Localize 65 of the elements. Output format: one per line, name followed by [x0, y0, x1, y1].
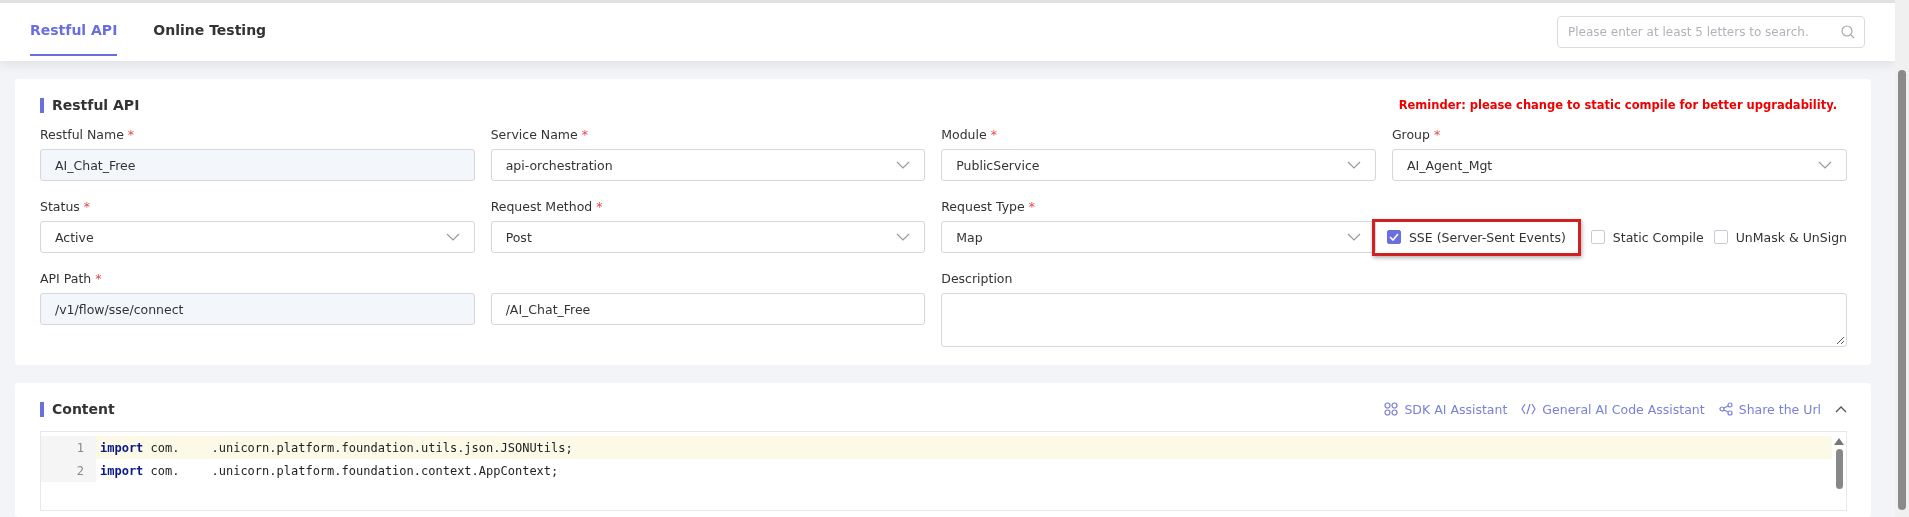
collapse-icon[interactable]	[1835, 405, 1847, 413]
required-mark: *	[990, 127, 997, 142]
field-label: Module	[941, 127, 987, 142]
tab[interactable]: Restful API	[30, 3, 118, 56]
required-mark: *	[95, 271, 102, 286]
grid-icon	[1384, 402, 1399, 416]
checkbox[interactable]	[1386, 230, 1401, 244]
search-field[interactable]: Please enter at least 5 letters to search.	[1557, 16, 1865, 48]
code-keyword: import	[100, 463, 144, 478]
checkbox-option[interactable]: UnMask & UnSign	[1713, 229, 1847, 245]
section-title: Content	[40, 401, 115, 417]
scrollbar-thumb[interactable]	[1898, 70, 1906, 510]
required-mark: *	[1433, 127, 1441, 142]
field-label: Request Type	[941, 199, 1025, 214]
chevron-down-icon	[1346, 161, 1361, 169]
code-icon	[1521, 403, 1537, 415]
field-label: API Path	[40, 271, 92, 286]
chevron-down-icon	[896, 233, 911, 241]
field-label: Description	[941, 271, 1013, 286]
required-mark: *	[1028, 199, 1035, 214]
code-text: .unicorn.platform.foundation.context.AppContext;	[211, 463, 559, 478]
assistant-link[interactable]: Share the Url	[1718, 401, 1821, 417]
code-text: com.	[149, 463, 180, 478]
tab[interactable]: Online Testing	[153, 3, 267, 56]
required-mark: *	[127, 127, 135, 142]
select-field[interactable]: PublicService	[941, 149, 1376, 181]
text-field[interactable]: /AI_Chat_Free	[490, 293, 926, 325]
field-label: Status	[40, 199, 80, 214]
required-mark: *	[581, 127, 588, 142]
code-text: .unicorn.platform.foundation.utils.json.JSONUtils;	[211, 440, 573, 455]
field-label: Group	[1391, 127, 1430, 142]
chevron-down-icon	[896, 161, 911, 169]
text-field[interactable]: /v1/flow/sse/connect	[40, 293, 475, 325]
checkbox[interactable]	[1590, 230, 1605, 244]
select-field[interactable]: Active	[40, 221, 475, 253]
select-field[interactable]: Post	[490, 221, 926, 253]
select-field[interactable]: AI_Agent_Mgt	[1391, 149, 1847, 181]
description-field[interactable]	[941, 293, 1847, 347]
text-field[interactable]: AI_Chat_Free	[40, 149, 475, 181]
chevron-down-icon	[445, 233, 460, 241]
checkbox-option[interactable]: SSE (Server-Sent Events)	[1371, 218, 1581, 256]
field-label: Service Name	[490, 127, 578, 142]
scrollbar-thumb[interactable]	[1835, 449, 1843, 489]
required-mark: *	[596, 199, 603, 214]
checkbox[interactable]	[1713, 230, 1728, 244]
code-text: com.	[149, 440, 180, 455]
code-editor[interactable]: 1 import com. .unicorn.platform.foundation.utils.json.JSONUtils; 2 import com. .unicorn.platform.foundation.context.AppContext;	[40, 431, 1847, 511]
field-label: Request Method	[490, 199, 593, 214]
chevron-down-icon	[1818, 161, 1832, 169]
assistant-link[interactable]: SDK AI Assistant	[1384, 401, 1508, 417]
line-number: 1	[41, 436, 96, 459]
assistant-link[interactable]: General AI Code Assistant	[1521, 401, 1705, 417]
field-label: Restful Name	[40, 127, 124, 142]
resize-handle-icon[interactable]	[1837, 337, 1844, 344]
required-mark: *	[83, 199, 91, 214]
scroll-up-icon[interactable]	[1834, 438, 1844, 445]
select-field[interactable]: api-orchestration	[490, 149, 926, 181]
chevron-down-icon	[1346, 233, 1361, 241]
checkbox-option[interactable]: Static Compile	[1590, 229, 1704, 245]
reminder-text: Reminder: please change to static compile for better upgradability.	[1398, 98, 1837, 112]
section-title: Restful API	[40, 97, 140, 113]
search-icon[interactable]	[1841, 25, 1855, 39]
line-number: 2	[41, 459, 96, 482]
code-keyword: import	[100, 440, 144, 455]
share-icon	[1718, 402, 1733, 416]
